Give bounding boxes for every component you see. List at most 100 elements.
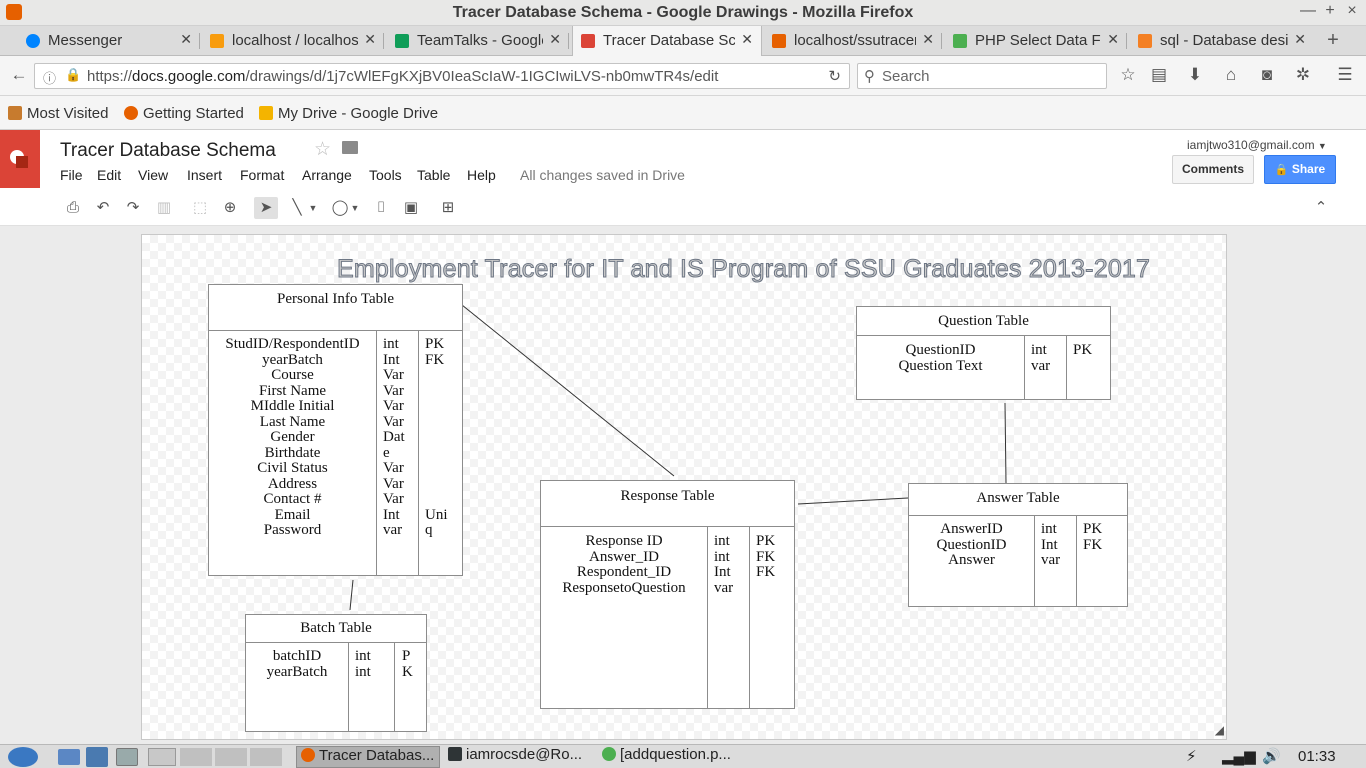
menu-format[interactable]: Format (240, 167, 284, 183)
comments-button[interactable]: Comments (1172, 155, 1254, 184)
star-icon[interactable]: ☆ (314, 138, 331, 161)
menu-arrange[interactable]: Arrange (302, 167, 352, 183)
home-icon[interactable]: ⌂ (1220, 65, 1242, 85)
field-types: int Int var (1041, 521, 1061, 568)
undo-icon[interactable]: ↶ (91, 197, 115, 219)
diagram-title[interactable]: Employment Tracer for IT and IS Program … (336, 255, 1150, 284)
extension-icon[interactable]: ✲ (1292, 65, 1314, 85)
tab-label: TeamTalks - Google (417, 32, 543, 49)
connector-personal-response[interactable] (461, 304, 675, 477)
share-button[interactable]: 🔒 Share (1264, 155, 1336, 184)
print-icon[interactable]: ⎙ (61, 197, 85, 219)
tab-sql-design[interactable]: sql - Database design ✕ (1130, 26, 1314, 56)
workspace-2-icon[interactable] (180, 748, 212, 766)
menu-edit[interactable]: Edit (97, 167, 121, 183)
close-window-button[interactable]: × (1342, 2, 1362, 20)
close-tab-icon[interactable]: ✕ (1107, 31, 1119, 48)
close-tab-icon[interactable]: ✕ (364, 31, 376, 48)
tab-messenger[interactable]: Messenger ✕ (18, 26, 200, 56)
close-tab-icon[interactable]: ✕ (549, 31, 561, 48)
close-tab-icon[interactable]: ✕ (1294, 31, 1306, 48)
settings-icon[interactable] (86, 747, 108, 767)
task-editor[interactable]: [addquestion.p... (598, 746, 748, 768)
power-icon[interactable]: ⚡ (1186, 747, 1197, 765)
add-comment-icon[interactable]: ⊞ (436, 197, 460, 219)
tab-php-select[interactable]: PHP Select Data From ✕ (945, 26, 1127, 56)
personal-info-table[interactable]: Personal Info Table StudID/RespondentID … (208, 284, 463, 576)
bookmark-most-visited[interactable]: Most Visited (8, 105, 108, 122)
batch-table[interactable]: Batch Table batchID yearBatch int int P … (245, 614, 427, 732)
menu-help[interactable]: Help (467, 167, 496, 183)
menu-view[interactable]: View (138, 167, 168, 183)
connector-question-answer[interactable] (1004, 402, 1007, 484)
field-keys: PK FK Uni q (425, 336, 448, 538)
menu-insert[interactable]: Insert (187, 167, 222, 183)
reload-icon[interactable]: ↻ (828, 67, 841, 85)
zoom-icon[interactable]: ⊕ (218, 197, 242, 219)
question-table[interactable]: Question Table QuestionID Question Text … (856, 306, 1111, 400)
menu-table[interactable]: Table (417, 167, 450, 183)
connector-response-answer[interactable] (797, 497, 909, 505)
connector-personal-batch[interactable] (349, 579, 354, 611)
tab-teamtalks[interactable]: TeamTalks - Google ✕ (387, 26, 569, 56)
url-bar[interactable]: ⓘ 🔒 https://docs.google.com/drawings/d/1… (34, 63, 850, 89)
workspace-3-icon[interactable] (215, 748, 247, 766)
clock[interactable]: 01:33 (1298, 748, 1336, 765)
close-tab-icon[interactable]: ✕ (741, 31, 753, 48)
info-icon[interactable]: ⓘ (43, 68, 56, 87)
select-tool-icon[interactable]: ➤ (254, 197, 278, 219)
back-button[interactable]: ← (8, 65, 30, 85)
folder-icon[interactable] (342, 141, 358, 154)
pocket-icon[interactable]: ◙ (1256, 65, 1278, 85)
account-email[interactable]: iamjtwo310@gmail.com ▼ (1187, 138, 1327, 152)
text-box-icon[interactable]: ⌷ (369, 197, 393, 219)
field-types: int var (1031, 342, 1051, 374)
zoom-fit-icon[interactable]: ⬚ (188, 197, 212, 219)
task-firefox[interactable]: Tracer Databas... (296, 746, 440, 768)
menu-tools[interactable]: Tools (369, 167, 402, 183)
workspace-1-icon[interactable] (148, 748, 176, 766)
image-icon[interactable]: ▣ (399, 197, 423, 219)
volume-icon[interactable]: 🔊 (1262, 747, 1281, 765)
bookmark-star-icon[interactable]: ☆ (1117, 65, 1139, 85)
menu-file[interactable]: File (60, 167, 83, 183)
tab-label: Tracer Database Schema (603, 32, 735, 49)
new-tab-button[interactable]: + (1322, 29, 1344, 52)
bookmarks-toolbar: Most Visited Getting Started My Drive - … (0, 96, 1366, 130)
bookmark-my-drive[interactable]: My Drive - Google Drive (259, 105, 438, 122)
google-drawings-logo[interactable] (0, 130, 40, 188)
collapse-icon[interactable]: ⌃ (1309, 197, 1333, 219)
task-terminal[interactable]: iamrocsde@Ro... (444, 746, 594, 768)
tab-phpmyadmin[interactable]: localhost / localhost ✕ (202, 26, 384, 56)
search-input[interactable]: ⚲ Search (857, 63, 1107, 89)
bookmark-getting-started[interactable]: Getting Started (124, 105, 244, 122)
downloads-icon[interactable]: ⬇ (1184, 65, 1206, 85)
chevron-down-icon[interactable]: ▼ (306, 197, 320, 219)
paint-format-icon[interactable]: ▥ (152, 197, 176, 219)
stackoverflow-icon (1138, 34, 1152, 48)
tab-tracer-schema[interactable]: Tracer Database Schema ✕ (572, 26, 762, 57)
close-tab-icon[interactable]: ✕ (922, 31, 934, 48)
resize-handle-icon[interactable]: ◢ (1215, 723, 1224, 737)
maximize-button[interactable]: + (1320, 2, 1340, 20)
file-manager-icon[interactable] (58, 749, 80, 765)
document-title[interactable]: Tracer Database Schema (60, 140, 276, 162)
table-name: Question Table (857, 307, 1110, 336)
response-table[interactable]: Response Table Response ID Answer_ID Res… (540, 480, 795, 709)
hamburger-menu-icon[interactable]: ☰ (1334, 65, 1356, 85)
desktop-icon[interactable] (116, 748, 138, 766)
chevron-down-icon[interactable]: ▼ (348, 197, 362, 219)
redo-icon[interactable]: ↷ (121, 197, 145, 219)
tab-ssutracer[interactable]: localhost/ssutracer ✕ (764, 26, 942, 56)
tab-label: sql - Database design (1160, 32, 1288, 49)
close-tab-icon[interactable]: ✕ (180, 31, 192, 48)
drawing-canvas[interactable]: Employment Tracer for IT and IS Program … (141, 234, 1227, 740)
minimize-button[interactable]: — (1298, 2, 1318, 20)
workspace-4-icon[interactable] (250, 748, 282, 766)
answer-table[interactable]: Answer Table AnswerID QuestionID Answer … (908, 483, 1128, 607)
network-signal-icon[interactable]: ▂▄▆ (1222, 747, 1256, 765)
reading-list-icon[interactable]: ▤ (1148, 65, 1170, 85)
save-status: All changes saved in Drive (520, 167, 685, 183)
field-names: StudID/RespondentID yearBatch Course Fir… (225, 336, 360, 538)
start-menu-icon[interactable] (8, 747, 38, 767)
